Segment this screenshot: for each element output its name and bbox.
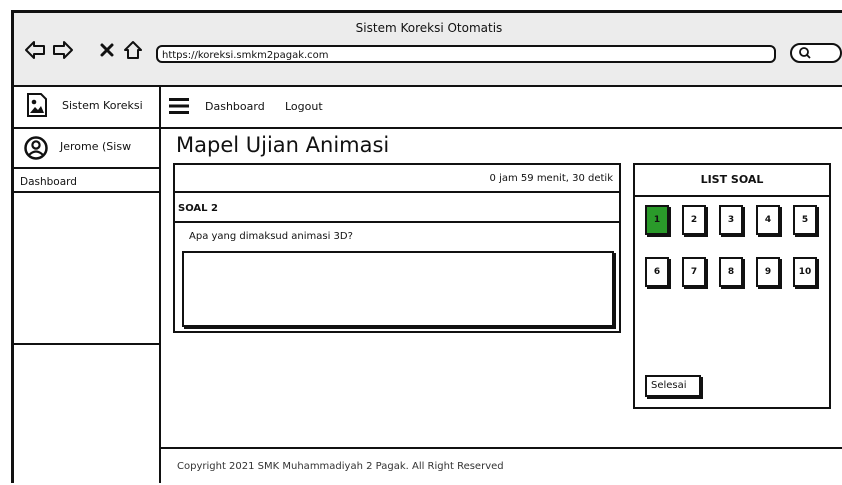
question-number-9[interactable]: 9	[756, 257, 780, 287]
question-number-5[interactable]: 5	[793, 205, 817, 235]
question-list-title: LIST SOAL	[635, 165, 829, 197]
page-title: Mapel Ujian Animasi	[176, 133, 390, 157]
avatar-icon	[24, 136, 48, 160]
browser-window: Sistem Koreksi Otomatis https://koreksi.…	[11, 10, 842, 483]
home-icon[interactable]	[122, 39, 144, 61]
question-number-4[interactable]: 4	[756, 205, 780, 235]
question-number-8[interactable]: 8	[719, 257, 743, 287]
finish-button[interactable]: Selesai	[645, 375, 701, 397]
top-navbar: Dashboard Logout	[161, 87, 842, 129]
back-arrow-icon[interactable]	[24, 39, 46, 61]
sidebar-user[interactable]: Jerome (Sisw	[14, 129, 159, 169]
sidebar-brand[interactable]: Sistem Koreksi	[14, 87, 159, 129]
hamburger-menu-icon[interactable]	[169, 97, 189, 115]
answer-textarea[interactable]	[182, 251, 614, 327]
sidebar-panel	[14, 195, 159, 345]
countdown-timer: 0 jam 59 menit, 30 detik	[175, 165, 619, 193]
nav-dashboard-link[interactable]: Dashboard	[205, 100, 265, 113]
question-number-2[interactable]: 2	[682, 205, 706, 235]
address-bar[interactable]: https://koreksi.smkm2pagak.com	[156, 45, 776, 63]
question-number-10[interactable]: 10	[793, 257, 817, 287]
window-title: Sistem Koreksi Otomatis	[355, 21, 503, 35]
browser-titlebar: Sistem Koreksi Otomatis https://koreksi.…	[14, 13, 842, 87]
question-number-1[interactable]: 1	[645, 205, 669, 235]
nav-logout-link[interactable]: Logout	[285, 100, 323, 113]
question-number-7[interactable]: 7	[682, 257, 706, 287]
user-name: Jerome (Sisw	[60, 140, 132, 153]
question-number-3[interactable]: 3	[719, 205, 743, 235]
sidebar-item-dashboard[interactable]: Dashboard	[14, 171, 159, 193]
image-icon	[27, 93, 47, 117]
sidebar: Sistem Koreksi Jerome (Sisw Dashboard	[14, 87, 161, 483]
brand-label: Sistem Koreksi	[62, 99, 143, 112]
forward-arrow-icon[interactable]	[52, 39, 74, 61]
question-list-panel: LIST SOAL 1 2 3 4 5 6 7 8 9 10 Selesai	[633, 163, 831, 409]
copyright-text: Copyright 2021 SMK Muhammadiyah 2 Pagak.…	[177, 461, 504, 472]
question-panel: 0 jam 59 menit, 30 detik SOAL 2 Apa yang…	[173, 163, 621, 333]
question-label: SOAL 2	[175, 195, 619, 223]
close-icon[interactable]	[96, 39, 118, 61]
search-icon	[799, 47, 811, 59]
footer: Copyright 2021 SMK Muhammadiyah 2 Pagak.…	[161, 447, 842, 485]
search-field[interactable]	[790, 43, 842, 63]
question-number-6[interactable]: 6	[645, 257, 669, 287]
question-text: Apa yang dimaksud animasi 3D?	[189, 231, 353, 242]
